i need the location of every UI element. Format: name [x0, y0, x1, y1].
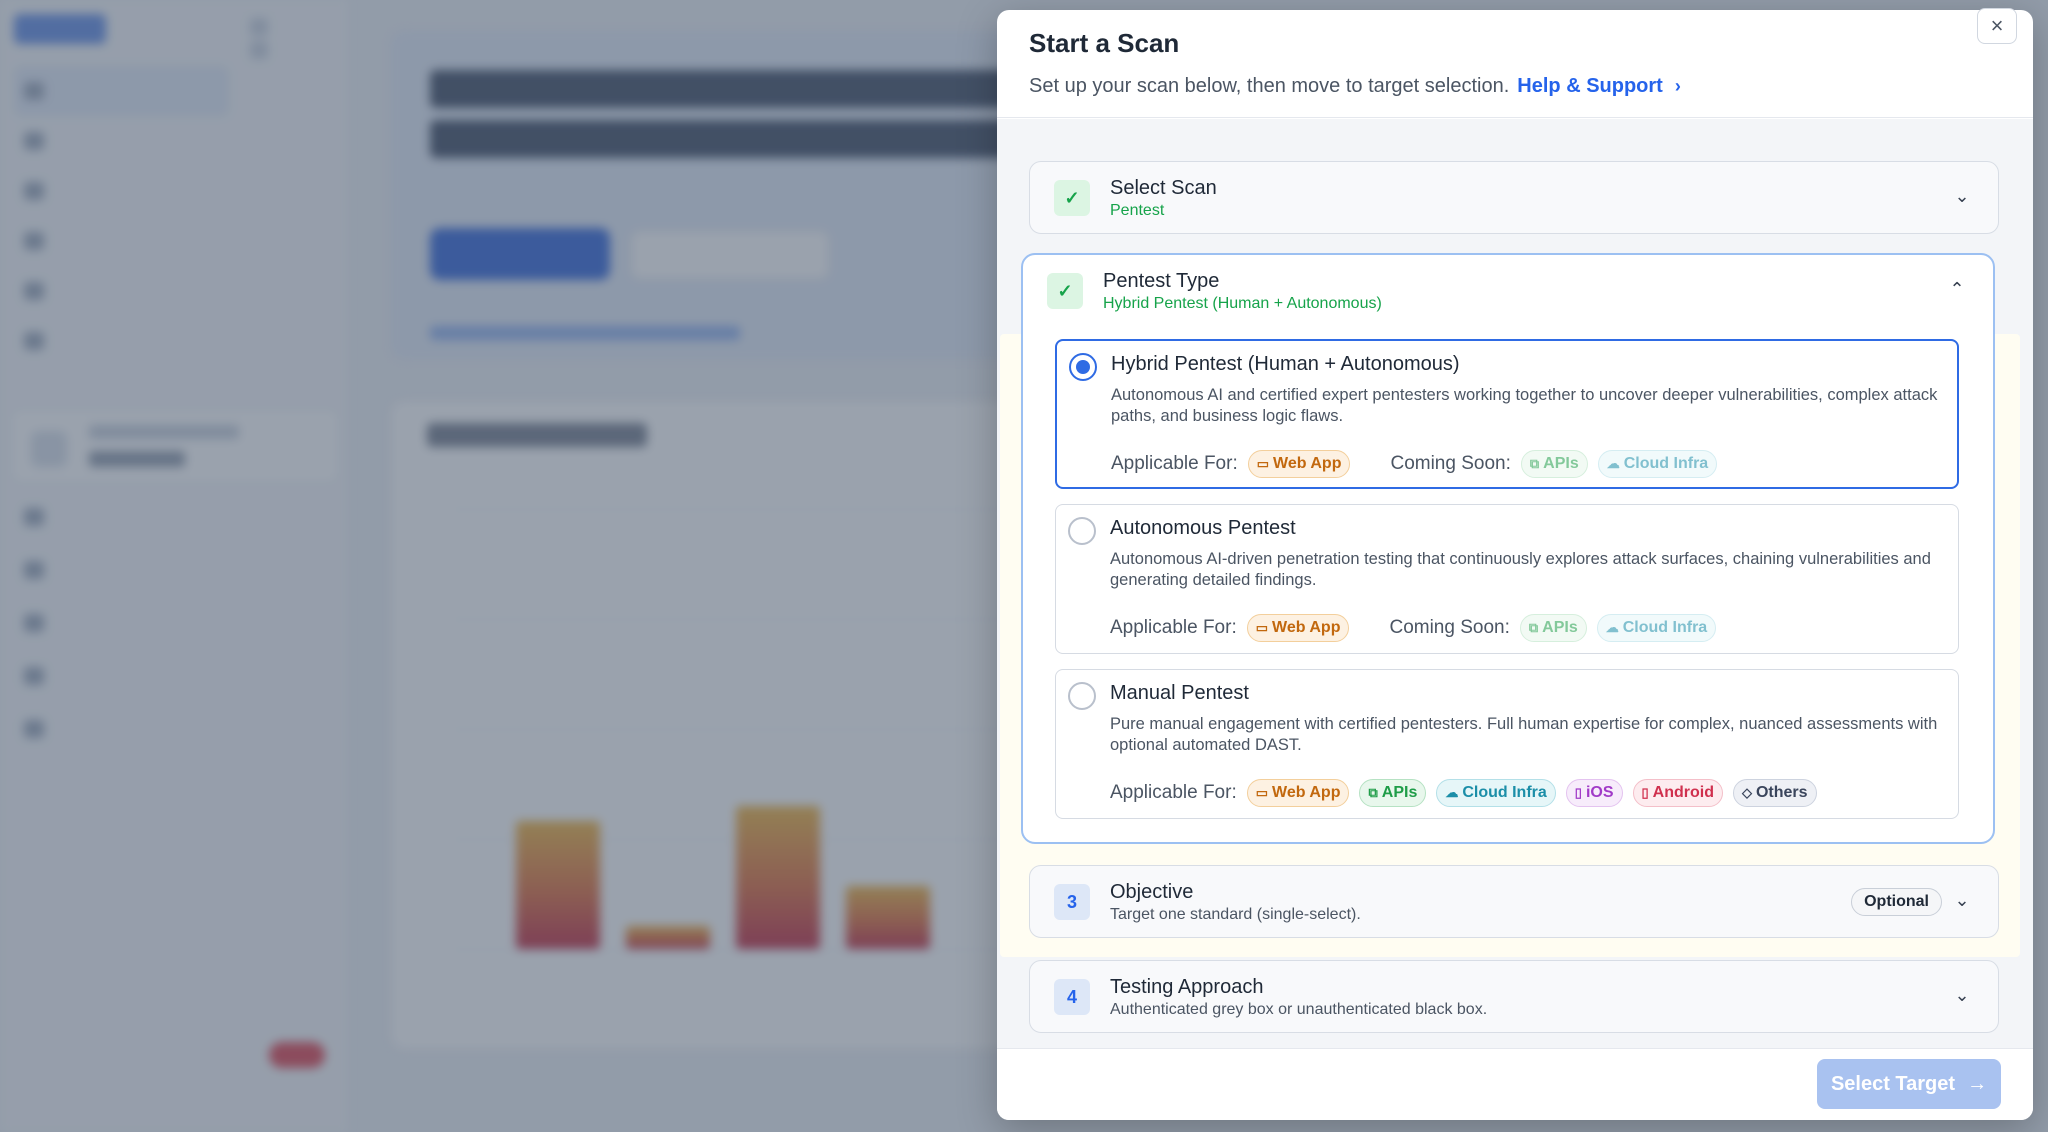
option-description: Autonomous AI-driven penetration testing…	[1110, 550, 1931, 589]
phone-icon: ▯	[1641, 785, 1649, 800]
optional-badge: Optional	[1851, 888, 1942, 916]
check-icon: ✓	[1047, 273, 1083, 309]
modal-subtitle: Set up your scan below, then move to tar…	[1029, 75, 1510, 97]
tag-apis: ⧉ APIs	[1520, 450, 1588, 478]
chevron-down-icon[interactable]: ⌄	[1950, 184, 1974, 208]
tag-android: ▯ Android	[1632, 779, 1723, 807]
tag-cloud-infra: ☁ Cloud Infra	[1596, 614, 1717, 642]
step-pentest-type: ✓ Pentest Type Hybrid Pentest (Human + A…	[1021, 253, 1995, 844]
layers-icon: ◇	[1741, 785, 1752, 800]
arrow-right-icon: →	[1967, 1072, 1988, 1095]
close-icon: ×	[1990, 13, 2004, 38]
option-title: Manual Pentest	[1110, 682, 1249, 704]
option-title: Autonomous Pentest	[1110, 517, 1296, 539]
step-title: Select Scan	[1110, 176, 1217, 199]
cloud-icon: ☁	[1445, 785, 1459, 800]
step-testing-approach[interactable]: 4 Testing Approach Authenticated grey bo…	[1029, 960, 1999, 1033]
monitor-icon: ▭	[1255, 620, 1269, 635]
tag-apis: ⧉ APIs	[1359, 779, 1427, 807]
tag-others: ◇ Others	[1732, 779, 1817, 807]
step-header[interactable]: ✓ Pentest Type Hybrid Pentest (Human + A…	[1023, 255, 1993, 327]
pentest-option-autonomous[interactable]: Autonomous Pentest Autonomous AI-driven …	[1055, 504, 1959, 654]
step-selection: Pentest	[1110, 201, 1165, 219]
applicable-label: Applicable For:	[1110, 782, 1237, 803]
tag-web-app: ▭ Web App	[1246, 779, 1350, 807]
step-number: 3	[1054, 884, 1090, 920]
step-select-scan[interactable]: ✓ Select Scan Pentest ⌄	[1029, 161, 1999, 234]
network-icon: ⧉	[1529, 456, 1540, 471]
step-header[interactable]: ✓ Select Scan Pentest ⌄	[1030, 162, 1998, 234]
select-target-button[interactable]: Select Target →	[1817, 1059, 2001, 1109]
tag-cloud-infra: ☁ Cloud Infra	[1597, 450, 1718, 478]
step-description: Target one standard (single-select).	[1110, 905, 1361, 923]
network-icon: ⧉	[1528, 620, 1539, 635]
step-title: Objective	[1110, 880, 1194, 903]
tag-cloud-infra: ☁ Cloud Infra	[1436, 779, 1556, 807]
step-number: 4	[1054, 979, 1090, 1015]
option-title: Hybrid Pentest (Human + Autonomous)	[1111, 353, 1460, 375]
step-selection: Hybrid Pentest (Human + Autonomous)	[1103, 294, 1382, 312]
modal-header: Start a Scan Set up your scan below, the…	[997, 10, 2033, 118]
select-target-label: Select Target	[1830, 1072, 1956, 1095]
chevron-down-icon[interactable]: ⌄	[1950, 983, 1974, 1007]
tag-web-app: ▭ Web App	[1246, 614, 1350, 642]
coming-soon-label: Coming Soon:	[1390, 453, 1511, 474]
chevron-down-icon[interactable]: ⌄	[1950, 888, 1974, 912]
tag-apis: ⧉ APIs	[1519, 614, 1587, 642]
option-description: Pure manual engagement with certified pe…	[1110, 715, 1938, 754]
monitor-icon: ▭	[1256, 456, 1270, 471]
option-description: Autonomous AI and certified expert pente…	[1111, 386, 1938, 425]
option-tags: Applicable For: ▭ Web App ⧉ APIs ☁ Cloud In…	[1110, 778, 1827, 808]
chevron-right-icon: ›	[1674, 76, 1681, 96]
step-objective[interactable]: 3 Objective Target one standard (single-…	[1029, 865, 1999, 938]
option-tags: Applicable For: ▭ Web App Coming Soon: ⧉ A…	[1110, 613, 1726, 643]
chevron-up-icon[interactable]: ⌃	[1945, 277, 1969, 301]
step-title: Pentest Type	[1103, 269, 1220, 292]
step-description: Authenticated grey box or unauthenticate…	[1110, 1000, 1488, 1018]
modal-title: Start a Scan	[1029, 28, 1180, 58]
step-header[interactable]: 3 Objective Target one standard (single-…	[1030, 866, 1998, 938]
modal-body: ✓ Select Scan Pentest ⌄ ✓ Pentest Type H…	[997, 119, 2033, 1049]
radio-button[interactable]	[1068, 517, 1096, 545]
coming-soon-label: Coming Soon:	[1389, 617, 1510, 638]
step-title: Testing Approach	[1110, 975, 1264, 998]
start-scan-modal: × Start a Scan Set up your scan below, t…	[997, 8, 2033, 1120]
close-modal-button[interactable]: ×	[1977, 8, 2017, 44]
step-header[interactable]: 4 Testing Approach Authenticated grey bo…	[1030, 961, 1998, 1033]
help-support-label: Help & Support	[1517, 75, 1663, 97]
pentest-option-manual[interactable]: Manual Pentest Pure manual engagement wi…	[1055, 669, 1959, 819]
check-icon: ✓	[1054, 180, 1090, 216]
option-tags: Applicable For: ▭ Web App Coming Soon: ⧉ A…	[1111, 449, 1727, 479]
applicable-label: Applicable For:	[1111, 453, 1238, 474]
radio-button[interactable]	[1068, 682, 1096, 710]
tag-web-app: ▭ Web App	[1247, 450, 1351, 478]
modal-subtitle-row: Set up your scan below, then move to tar…	[1029, 75, 2001, 98]
radio-button[interactable]	[1069, 353, 1097, 381]
modal-footer: Select Target →	[997, 1048, 2033, 1120]
tag-ios: ▯ iOS	[1565, 779, 1623, 807]
cloud-icon: ☁	[1606, 456, 1620, 471]
network-icon: ⧉	[1368, 785, 1378, 800]
phone-icon: ▯	[1574, 785, 1582, 800]
cloud-icon: ☁	[1605, 620, 1619, 635]
monitor-icon: ▭	[1255, 785, 1269, 800]
help-support-link[interactable]: Help & Support ›	[1517, 75, 1681, 98]
applicable-label: Applicable For:	[1110, 617, 1237, 638]
pentest-option-hybrid[interactable]: Hybrid Pentest (Human + Autonomous) Auto…	[1055, 339, 1959, 489]
